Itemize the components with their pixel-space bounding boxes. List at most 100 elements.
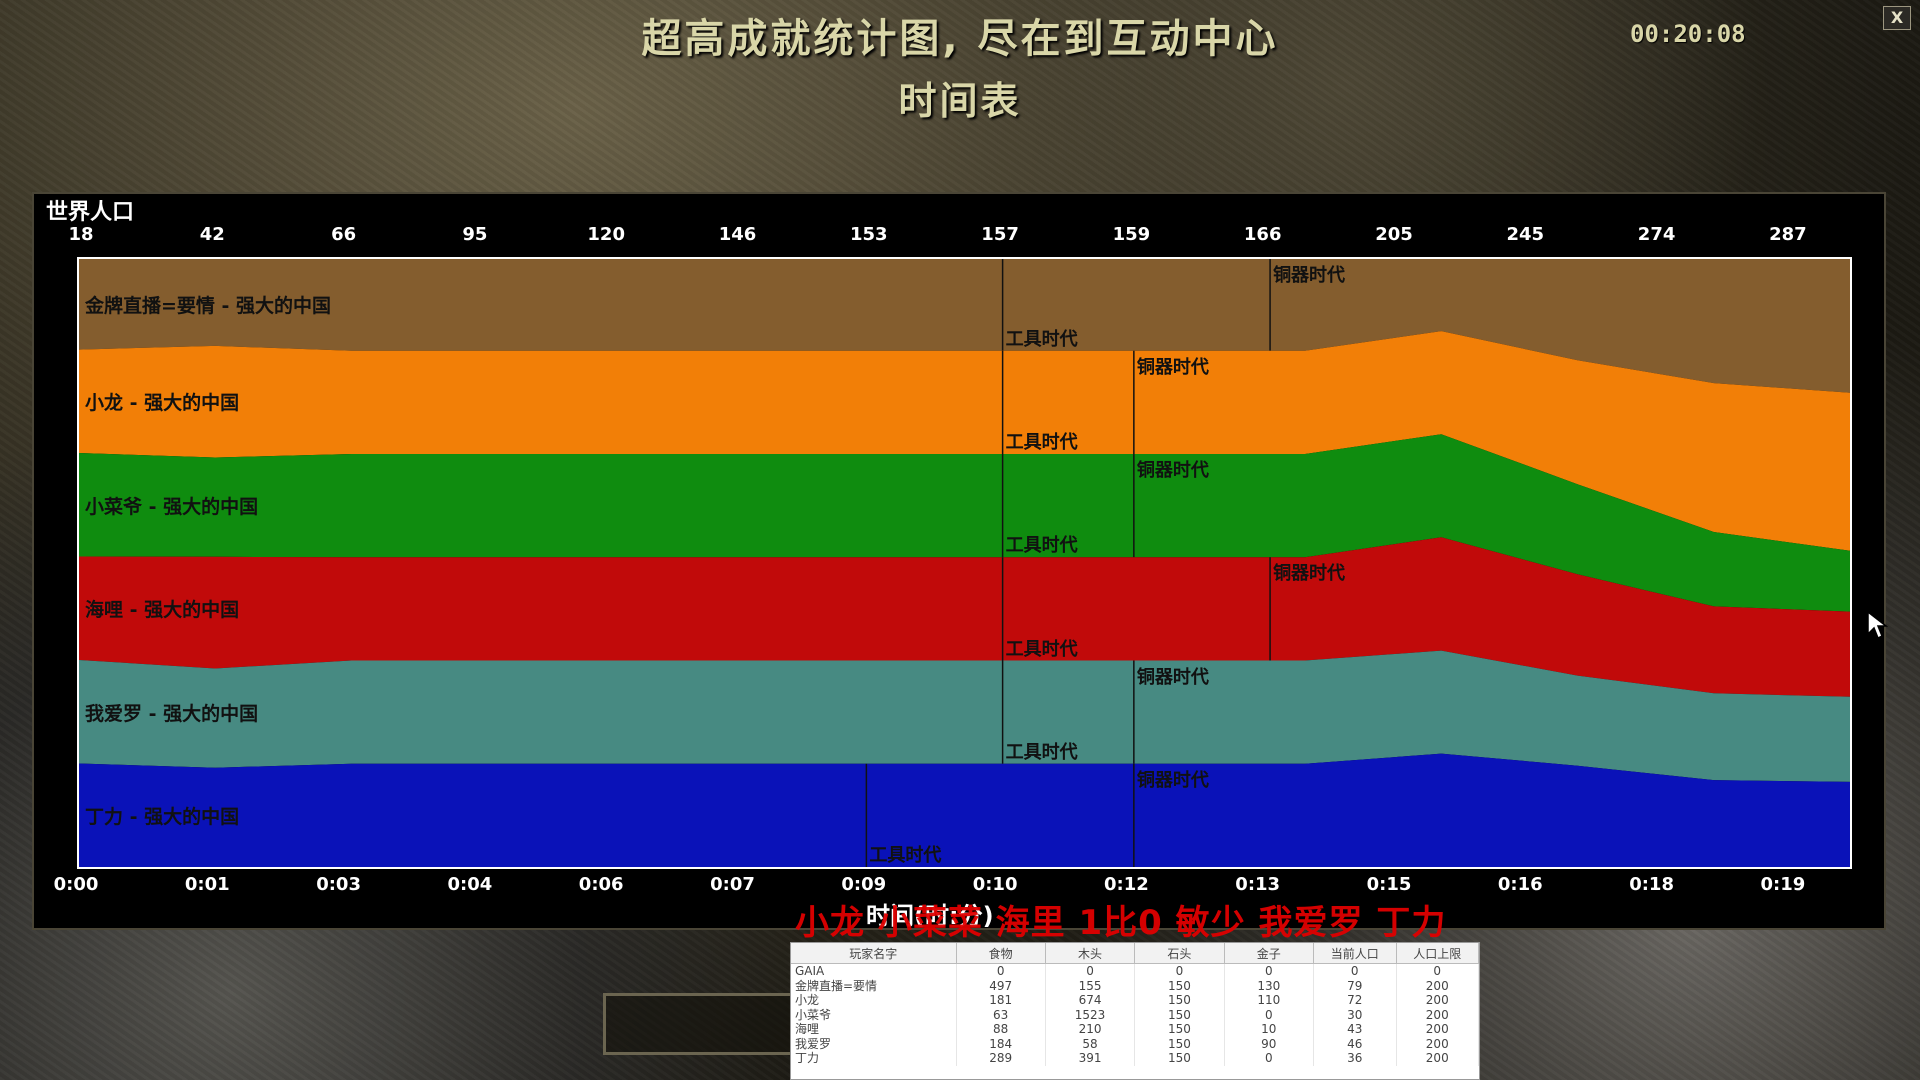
time-label: 0:10 <box>972 874 1018 895</box>
stats-cell: 72 <box>1313 993 1397 1008</box>
age-marker-label: 铜器时代 <box>1273 265 1346 286</box>
population-label: 205 <box>1375 224 1413 245</box>
stats-cell: 497 <box>956 978 1046 993</box>
stats-header-row: 玩家名字 食物 木头 石头 金子 当前人口 人口上限 <box>791 943 1479 964</box>
stats-cell: 0 <box>1313 963 1397 979</box>
stats-header-name: 玩家名字 <box>791 943 957 964</box>
stats-cell: 150 <box>1134 1007 1225 1022</box>
stats-player-name: 我爱罗 <box>791 1036 957 1051</box>
stats-cell: 150 <box>1134 1036 1225 1051</box>
population-label: 274 <box>1637 224 1676 245</box>
population-label: 153 <box>850 224 888 245</box>
stats-row: 小菜爷 63 1523 150 0 30 200 <box>791 1007 1479 1022</box>
stats-cell: 88 <box>956 1022 1046 1037</box>
stats-cell: 184 <box>956 1036 1046 1051</box>
age-marker-label: 铜器时代 <box>1136 460 1209 482</box>
stats-cell: 36 <box>1313 1051 1397 1066</box>
stats-row: 我爱罗 184 58 150 90 46 200 <box>791 1036 1479 1051</box>
close-button[interactable]: X <box>1883 6 1911 30</box>
empty-slot-box <box>603 993 793 1055</box>
time-label: 0:19 <box>1760 874 1806 895</box>
stats-cell: 150 <box>1134 993 1225 1008</box>
stats-cell: 90 <box>1224 1036 1315 1051</box>
time-label: 0:16 <box>1497 874 1543 895</box>
overlay-chat-text: 小龙 小菜菜 海里 1比0 敏少 我爱罗 丁力 <box>795 903 1447 943</box>
timeline-chart: 金牌直播=要情 - 强大的中国 工具时代 铜器时代 小龙 - 强大的中国 工具时代 铜器时… <box>77 257 1852 869</box>
series-band <box>79 753 1850 867</box>
stats-header-food: 食物 <box>956 943 1046 964</box>
series-label: 小龙 - 强大的中国 <box>85 392 240 415</box>
time-label: 0:13 <box>1235 874 1281 895</box>
stats-cell: 63 <box>956 1007 1046 1022</box>
stats-cell: 200 <box>1396 1022 1479 1037</box>
series-label: 海哩 - 强大的中国 <box>85 599 240 622</box>
stats-cell: 0 <box>1224 1051 1315 1066</box>
series-label: 我爱罗 - 强大的中国 <box>85 702 259 725</box>
stats-cell: 79 <box>1313 978 1397 993</box>
population-label: 95 <box>462 224 488 245</box>
time-label: 0:09 <box>841 874 887 895</box>
timeline-chart-svg <box>79 259 1850 867</box>
stats-cell: 200 <box>1396 1051 1479 1066</box>
stats-cell: 289 <box>956 1051 1046 1066</box>
stats-cell: 58 <box>1045 1036 1136 1051</box>
time-label: 0:18 <box>1629 874 1674 895</box>
stats-cell: 0 <box>1396 963 1479 979</box>
population-label: 42 <box>199 224 225 245</box>
population-label: 159 <box>1112 224 1151 245</box>
time-label: 0:07 <box>710 874 755 895</box>
time-label: 0:12 <box>1104 874 1149 895</box>
stats-header-pop: 当前人口 <box>1313 943 1397 964</box>
population-label: 166 <box>1243 224 1282 245</box>
stats-cell: 0 <box>956 963 1046 979</box>
stats-cell: 110 <box>1224 993 1315 1008</box>
stats-player-name: 金牌直播=要情 <box>791 978 957 993</box>
population-label: 18 <box>68 224 94 245</box>
population-label: 146 <box>718 224 757 245</box>
age-marker-label: 铜器时代 <box>1136 356 1209 378</box>
stats-cell: 130 <box>1224 978 1315 993</box>
stats-header-stone: 石头 <box>1134 943 1225 964</box>
stats-cell: 10 <box>1224 1022 1315 1037</box>
stats-cell: 200 <box>1396 1036 1479 1051</box>
age-marker-label: 工具时代 <box>1005 432 1078 454</box>
stats-player-name: 小龙 <box>791 993 957 1008</box>
stats-cell: 391 <box>1045 1051 1136 1066</box>
time-label: 0:03 <box>316 874 361 895</box>
population-label: 66 <box>331 224 357 245</box>
stats-row: 丁力 289 391 150 0 36 200 <box>791 1051 1479 1066</box>
population-label: 120 <box>587 224 625 245</box>
stats-row: 小龙 181 674 150 110 72 200 <box>791 993 1479 1008</box>
stats-cell: 0 <box>1224 1007 1315 1022</box>
stats-cell: 200 <box>1396 993 1479 1008</box>
stats-row: 海哩 88 210 150 10 43 200 <box>791 1022 1479 1037</box>
age-marker-label: 工具时代 <box>1005 328 1078 350</box>
series-label: 丁力 - 强大的中国 <box>85 806 240 829</box>
age-marker-label: 工具时代 <box>1005 535 1078 557</box>
stats-cell: 150 <box>1134 978 1225 993</box>
mouse-cursor-icon <box>1867 610 1889 640</box>
time-label: 0:01 <box>184 874 230 895</box>
stats-cell: 0 <box>1045 963 1136 979</box>
time-label: 0:00 <box>53 874 99 895</box>
age-marker-label: 铜器时代 <box>1136 769 1209 791</box>
age-marker-label: 工具时代 <box>1005 638 1078 660</box>
time-label: 0:06 <box>578 874 624 895</box>
stats-player-name: 丁力 <box>791 1051 957 1066</box>
stats-cell: 150 <box>1134 1022 1225 1037</box>
age-marker-label: 工具时代 <box>1005 741 1078 763</box>
stats-row: 金牌直播=要情 497 155 150 130 79 200 <box>791 978 1479 993</box>
stats-row: GAIA 0 0 0 0 0 0 <box>791 963 1479 979</box>
stats-cell: 674 <box>1045 993 1136 1008</box>
panel-title: 世界人口 <box>46 200 135 225</box>
population-label: 245 <box>1506 224 1545 245</box>
stats-cell: 30 <box>1313 1007 1397 1022</box>
player-stats-table: 玩家名字 食物 木头 石头 金子 当前人口 人口上限 GAIA 0 0 0 0 0 0 金牌直… <box>790 942 1480 1080</box>
series-label: 小菜爷 - 强大的中国 <box>85 495 259 518</box>
stats-cell: 181 <box>956 993 1046 1008</box>
stats-header-gold: 金子 <box>1224 943 1315 964</box>
stats-cell: 0 <box>1134 963 1225 979</box>
stats-cell: 155 <box>1045 978 1136 993</box>
stats-cell: 46 <box>1313 1036 1397 1051</box>
stats-cell: 150 <box>1134 1051 1225 1066</box>
